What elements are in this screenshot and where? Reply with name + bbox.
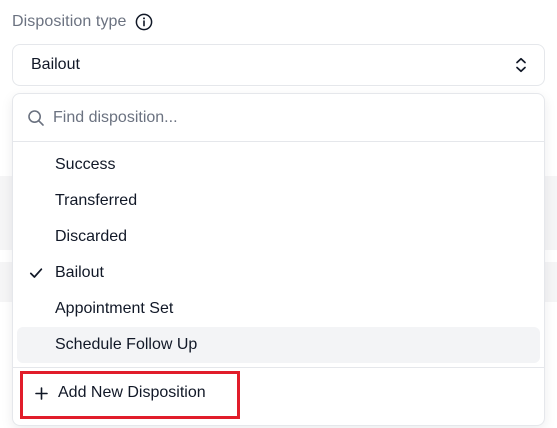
dropdown-separator (13, 367, 544, 368)
option-label: Schedule Follow Up (55, 336, 198, 353)
disposition-type-select[interactable]: Bailout (12, 44, 545, 86)
chevron-up-down-icon (514, 56, 528, 74)
selected-value: Bailout (31, 56, 80, 73)
option-label: Discarded (55, 228, 128, 245)
plus-icon (35, 387, 48, 400)
disposition-options: Success Transferred Discarded Bailout Ap… (13, 147, 544, 363)
add-new-disposition-button[interactable]: Add New Disposition (17, 375, 542, 411)
disposition-form: Disposition type Bailout Find dispositio… (0, 0, 557, 428)
search-icon (27, 109, 45, 127)
option-appointment-set[interactable]: Appointment Set (17, 291, 540, 327)
option-label: Appointment Set (55, 300, 174, 317)
add-new-disposition-label: Add New Disposition (58, 384, 206, 401)
option-label: Transferred (55, 192, 138, 209)
option-label: Bailout (55, 264, 104, 281)
option-success[interactable]: Success (17, 147, 540, 183)
option-bailout[interactable]: Bailout (17, 255, 540, 291)
disposition-dropdown: Success Transferred Discarded Bailout Ap… (12, 93, 545, 426)
option-transferred[interactable]: Transferred (17, 183, 540, 219)
option-schedule-follow-up[interactable]: Schedule Follow Up (17, 327, 540, 363)
option-label: Success (55, 156, 116, 173)
disposition-type-label: Disposition type (12, 13, 127, 30)
field-label-row: Disposition type (12, 10, 153, 34)
info-circle-icon[interactable] (135, 13, 153, 31)
option-discarded[interactable]: Discarded (17, 219, 540, 255)
check-icon (29, 266, 43, 280)
find-disposition-input[interactable] (53, 104, 523, 132)
search-row (13, 94, 544, 142)
